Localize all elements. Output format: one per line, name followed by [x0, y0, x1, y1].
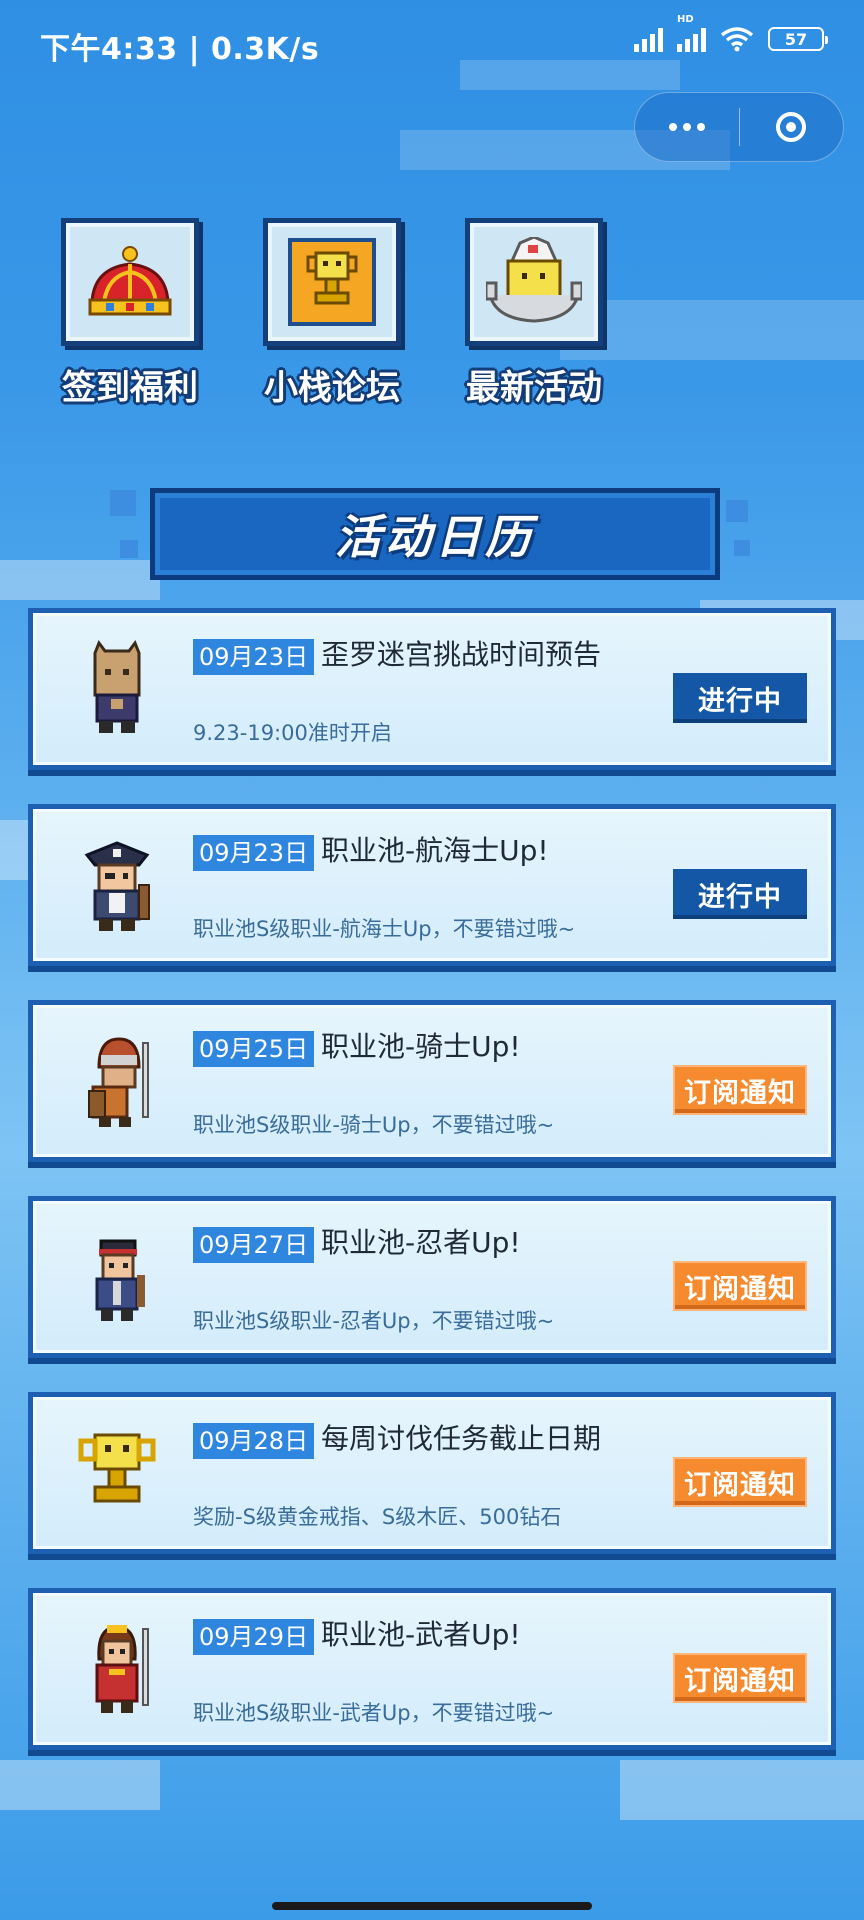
event-date: 09月27日: [193, 1227, 315, 1263]
event-title: 职业池-骑士Up!: [321, 1030, 521, 1063]
event-date: 09月28日: [193, 1423, 315, 1459]
event-card[interactable]: 09月27日 职业池-忍者Up! 职业池S级职业-忍者Up，不要错过哦~ 订阅通…: [28, 1196, 836, 1358]
event-list: 09月23日 歪罗迷宫挑战时间预告 9.23-19:00准时开启 进行中 09月…: [28, 608, 836, 1784]
shortcut-tile: [263, 218, 401, 346]
event-card[interactable]: 09月23日 职业池-航海士Up! 职业池S级职业-航海士Up，不要错过哦~ 进…: [28, 804, 836, 966]
event-title: 职业池-武者Up!: [321, 1618, 521, 1651]
pixel-cloud: [0, 560, 160, 600]
event-date: 09月25日: [193, 1031, 315, 1067]
pixel-block: [120, 540, 138, 558]
shortcut-row: 签到福利 小栈论坛 最新活动: [60, 218, 604, 409]
target-close-icon[interactable]: [740, 93, 844, 161]
ninja-avatar: [95, 1239, 145, 1321]
subscribe-button[interactable]: 订阅通知: [673, 1457, 807, 1507]
shortcut-events[interactable]: 最新活动: [464, 218, 604, 409]
event-card[interactable]: 09月28日 每周讨伐任务截止日期 奖励-S级黄金戒指、S级木匠、500钻石 订…: [28, 1392, 836, 1554]
wifi-icon: [720, 27, 754, 52]
status-bar: 下午4:33 | 0.3K/s HD 57: [0, 0, 864, 86]
event-desc: 职业池S级职业-武者Up，不要错过哦~: [193, 1701, 555, 1725]
banner-title: 活动日历: [335, 510, 535, 564]
crown-icon: [88, 246, 172, 316]
subscribe-button[interactable]: 订阅通知: [673, 1065, 807, 1115]
event-date: 09月23日: [193, 639, 315, 675]
signal-hd-icon: HD: [677, 14, 706, 52]
event-date: 09月23日: [193, 835, 315, 871]
event-desc: 职业池S级职业-骑士Up，不要错过哦~: [193, 1113, 555, 1137]
shortcut-checkin[interactable]: 签到福利: [60, 218, 200, 409]
battery-icon: 57: [768, 27, 828, 51]
event-card[interactable]: 09月25日 职业池-骑士Up! 职业池S级职业-骑士Up，不要错过哦~ 订阅通…: [28, 1000, 836, 1162]
cake-icon: [486, 237, 582, 323]
shortcut-tile: [465, 218, 603, 346]
hd-label: HD: [677, 14, 694, 25]
subscribe-button[interactable]: 订阅通知: [673, 1261, 807, 1311]
shortcut-label: 签到福利: [62, 368, 198, 408]
event-card[interactable]: 09月29日 职业池-武者Up! 职业池S级职业-武者Up，不要错过哦~ 订阅通…: [28, 1588, 836, 1750]
event-title: 职业池-忍者Up!: [321, 1226, 521, 1259]
status-icons: HD 57: [634, 14, 828, 52]
status-time: 下午4:33 | 0.3K/s: [40, 32, 320, 67]
warrior-avatar: [95, 1625, 149, 1713]
shortcut-label: 最新活动: [466, 368, 602, 408]
pixel-cloud: [560, 300, 864, 360]
event-desc: 职业池S级职业-忍者Up，不要错过哦~: [193, 1309, 555, 1333]
more-dots-icon[interactable]: [635, 93, 739, 161]
shortcut-tile: [61, 218, 199, 346]
pirate-avatar: [84, 841, 150, 931]
shortcut-label: 小栈论坛: [264, 368, 400, 408]
knight-avatar: [88, 1037, 149, 1127]
battery-level: 57: [784, 29, 808, 49]
shortcut-forum[interactable]: 小栈论坛: [262, 218, 402, 409]
event-title: 每周讨伐任务截止日期: [321, 1422, 602, 1455]
home-indicator[interactable]: [272, 1902, 592, 1910]
subscribe-button[interactable]: 订阅通知: [673, 1653, 807, 1703]
event-title: 歪罗迷宫挑战时间预告: [321, 638, 602, 671]
event-desc: 奖励-S级黄金戒指、S级木匠、500钻石: [193, 1505, 562, 1529]
event-card[interactable]: 09月23日 歪罗迷宫挑战时间预告 9.23-19:00准时开启 进行中: [28, 608, 836, 770]
trophy-avatar: [78, 1433, 156, 1503]
calendar-banner: 活动日历: [150, 488, 720, 580]
event-desc: 9.23-19:00准时开启: [193, 721, 392, 745]
miniprogram-capsule: [634, 92, 844, 162]
signal-icon: [634, 26, 663, 52]
pixel-block: [734, 540, 750, 556]
pixel-block: [726, 500, 748, 522]
event-date: 09月29日: [193, 1619, 315, 1655]
in-progress-button[interactable]: 进行中: [673, 673, 807, 723]
trophy-icon: [306, 251, 358, 305]
pixel-block: [110, 490, 136, 516]
in-progress-button[interactable]: 进行中: [673, 869, 807, 919]
event-desc: 职业池S级职业-航海士Up，不要错过哦~: [193, 917, 576, 941]
box-head-avatar: [93, 639, 141, 733]
event-title: 职业池-航海士Up!: [321, 834, 549, 867]
